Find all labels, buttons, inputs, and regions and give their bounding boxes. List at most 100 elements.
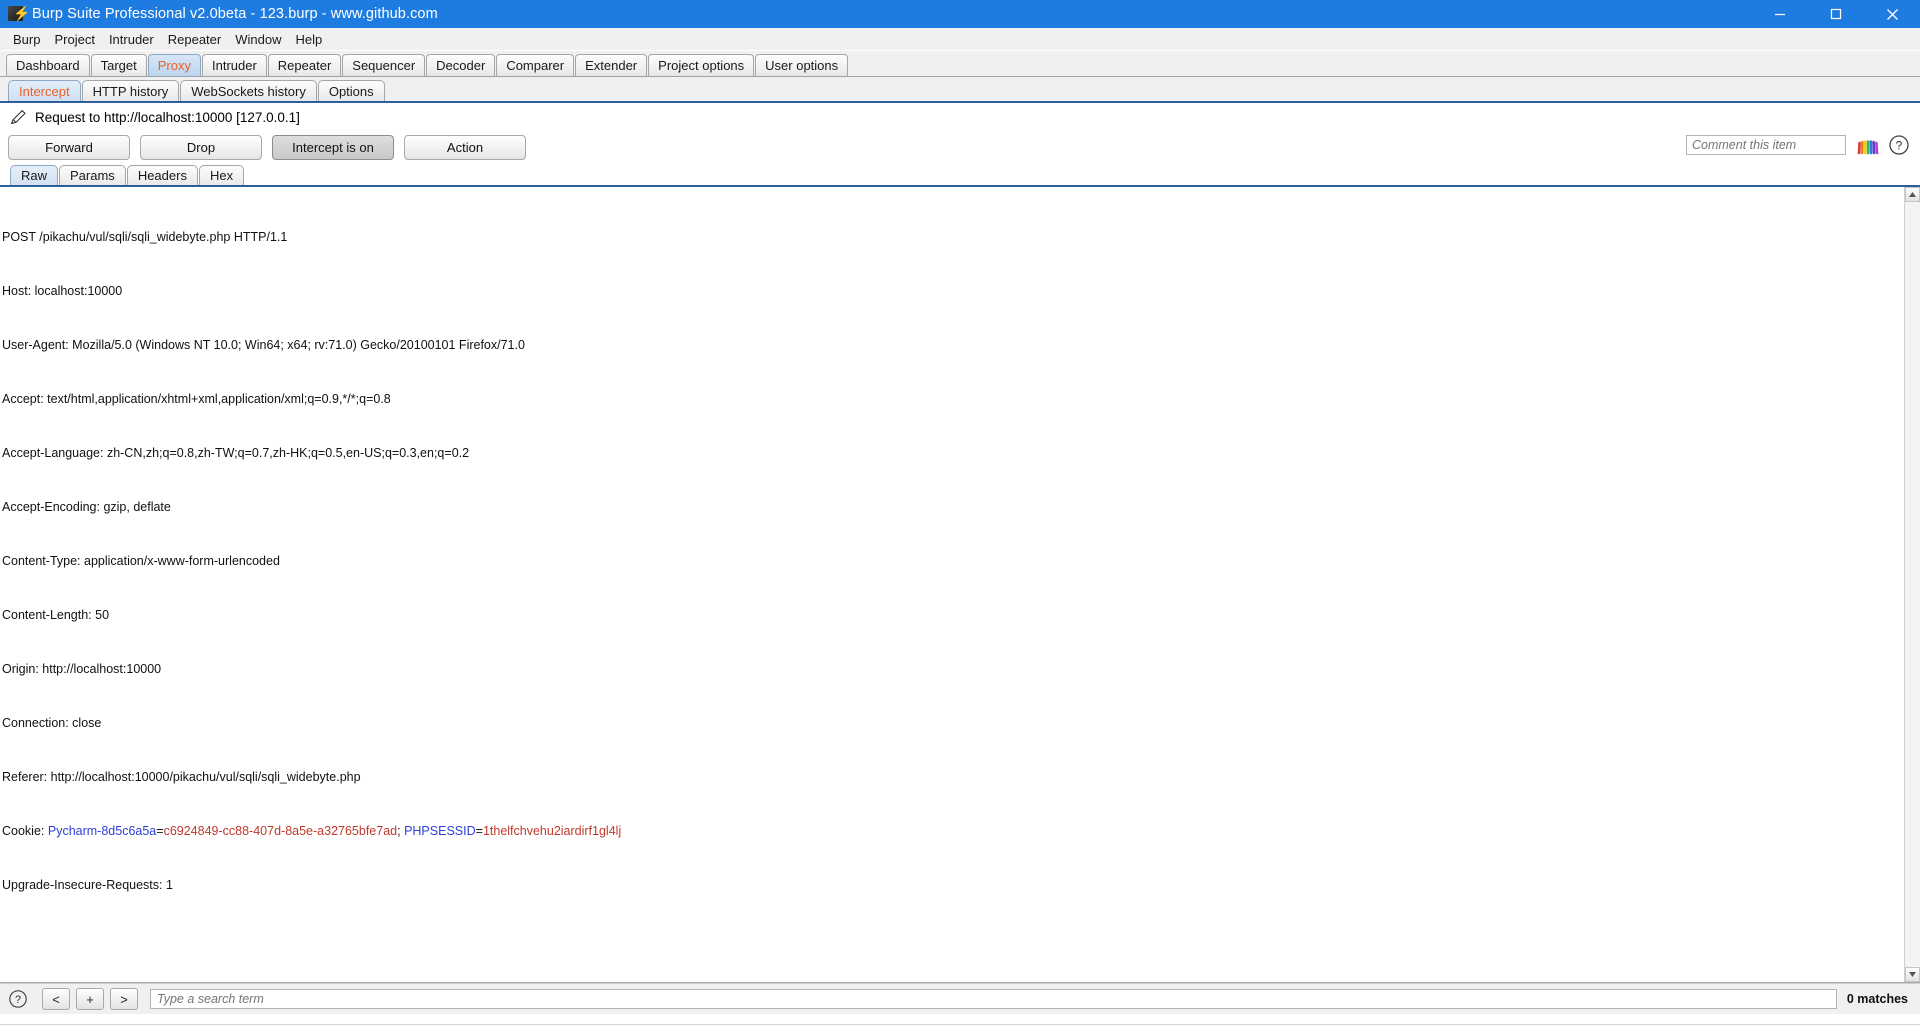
cookie-value-1: c6924849-cc88-407d-8a5e-a32765bfe7ad: [163, 824, 398, 838]
menu-item-window[interactable]: Window: [228, 30, 288, 49]
search-input[interactable]: [150, 989, 1837, 1009]
subtab-options[interactable]: Options: [317, 80, 385, 101]
raw-request-editor[interactable]: POST /pikachu/vul/sqli/sqli_widebyte.php…: [0, 187, 1920, 982]
action-button[interactable]: Action: [404, 134, 526, 160]
tab-dashboard[interactable]: Dashboard: [6, 54, 90, 76]
header-accept-language: Accept-Language: zh-CN,zh;q=0.8,zh-TW;q=…: [2, 446, 470, 460]
header-content-length: Content-Length: 50: [2, 608, 110, 622]
header-host: Host: localhost:10000: [2, 284, 123, 298]
tab-decoder[interactable]: Decoder: [426, 54, 496, 76]
tab-target[interactable]: Target: [90, 54, 147, 76]
tab-label: Repeater: [277, 58, 332, 73]
svg-text:?: ?: [1896, 139, 1903, 153]
burp-logo-icon: ⚡: [8, 5, 30, 23]
tab-label: Intruder: [211, 58, 257, 73]
minimize-button[interactable]: [1752, 0, 1808, 28]
main-tab-bar: Dashboard Target Proxy Intruder Repeater…: [0, 51, 1920, 77]
request-banner-text: Request to http://localhost:10000 [127.0…: [35, 109, 300, 125]
tab-extender[interactable]: Extender: [575, 54, 648, 76]
menubar: Burp Project Intruder Repeater Window He…: [0, 28, 1920, 51]
tab-label: User options: [765, 58, 839, 73]
search-match-count: 0 matches: [1846, 992, 1908, 1006]
subtab-websockets-history[interactable]: WebSockets history: [180, 80, 317, 101]
rainbow-highlighter-icon[interactable]: [1856, 134, 1880, 156]
window-title: Burp Suite Professional v2.0beta - 123.b…: [32, 6, 438, 22]
subtab-http-history[interactable]: HTTP history: [81, 80, 180, 101]
tab-project-options[interactable]: Project options: [648, 54, 755, 76]
viewtab-label: Hex: [209, 168, 234, 183]
cookie-name-2: PHPSESSID: [404, 824, 476, 838]
request-line: POST /pikachu/vul/sqli/sqli_widebyte.php…: [2, 230, 288, 244]
header-accept: Accept: text/html,application/xhtml+xml,…: [2, 392, 391, 406]
header-origin: Origin: http://localhost:10000: [2, 662, 162, 676]
tab-label: Decoder: [436, 58, 486, 73]
subtab-label: WebSockets history: [191, 83, 306, 99]
viewtab-label: Params: [70, 168, 115, 183]
cookie-name-1: Pycharm-8d5c6a5a: [47, 824, 157, 838]
cookie-prefix: Cookie:: [2, 824, 48, 838]
header-content-type: Content-Type: application/x-www-form-url…: [2, 554, 280, 568]
viewtab-headers[interactable]: Headers: [126, 165, 198, 185]
search-prev-button[interactable]: <: [42, 988, 70, 1010]
scroll-up-icon[interactable]: [1905, 187, 1920, 202]
window-bottom-strip: [0, 1024, 1920, 1031]
tab-sequencer[interactable]: Sequencer: [342, 54, 426, 76]
tab-label: Extender: [585, 58, 638, 73]
menu-item-intruder[interactable]: Intruder: [102, 30, 161, 49]
subtab-intercept[interactable]: Intercept: [8, 80, 81, 101]
header-referer: Referer: http://localhost:10000/pikachu/…: [2, 770, 361, 784]
tab-label: Comparer: [506, 58, 565, 73]
editor-vertical-scrollbar[interactable]: [1904, 187, 1920, 982]
close-button[interactable]: [1864, 0, 1920, 28]
message-view-tab-bar: Raw Params Headers Hex: [0, 163, 1920, 187]
viewtab-raw[interactable]: Raw: [10, 165, 59, 185]
header-upgrade-insecure-requests: Upgrade-Insecure-Requests: 1: [2, 878, 173, 892]
window-titlebar: ⚡ Burp Suite Professional v2.0beta - 123…: [0, 0, 1920, 28]
intercept-action-bar: Forward Drop Intercept is on Action ?: [0, 131, 1920, 163]
request-banner: Request to http://localhost:10000 [127.0…: [0, 103, 1920, 131]
cookie-eq-1: =: [156, 824, 164, 838]
tab-comparer[interactable]: Comparer: [496, 54, 575, 76]
menu-item-repeater[interactable]: Repeater: [161, 30, 228, 49]
request-editor-area: POST /pikachu/vul/sqli/sqli_widebyte.php…: [0, 187, 1920, 983]
cookie-eq-2: =: [475, 824, 483, 838]
header-connection: Connection: close: [2, 716, 102, 730]
tab-label: Proxy: [157, 58, 191, 73]
tab-label: Sequencer: [352, 58, 416, 73]
forward-button[interactable]: Forward: [8, 134, 130, 160]
menu-item-burp[interactable]: Burp: [6, 30, 47, 49]
viewtab-params[interactable]: Params: [59, 165, 126, 185]
header-accept-encoding: Accept-Encoding: gzip, deflate: [2, 500, 171, 514]
scroll-down-icon[interactable]: [1905, 967, 1920, 982]
search-add-button[interactable]: +: [76, 988, 104, 1010]
cookie-value-2: 1thelfchvehu2iardirf1gl4lj: [482, 824, 622, 838]
tab-label: Target: [100, 58, 137, 73]
header-cookie: Cookie: Pycharm-8d5c6a5a=c6924849-cc88-4…: [2, 822, 1920, 840]
intercept-toggle-button[interactable]: Intercept is on: [272, 134, 394, 160]
proxy-sub-tab-bar: Intercept HTTP history WebSockets histor…: [0, 77, 1920, 103]
editor-search-bar: ? < + > 0 matches: [0, 983, 1920, 1014]
tab-repeater[interactable]: Repeater: [267, 54, 342, 76]
search-next-button[interactable]: >: [110, 988, 138, 1010]
help-icon[interactable]: ?: [1888, 134, 1910, 156]
tab-intruder[interactable]: Intruder: [201, 54, 267, 76]
subtab-label: HTTP history: [92, 83, 169, 99]
viewtab-hex[interactable]: Hex: [198, 165, 245, 185]
tab-label: Project options: [658, 58, 745, 73]
comment-input[interactable]: [1686, 135, 1846, 155]
tab-user-options[interactable]: User options: [755, 54, 849, 76]
pencil-icon: [8, 107, 28, 127]
tab-proxy[interactable]: Proxy: [147, 54, 201, 76]
window-controls: [1752, 0, 1920, 28]
action-bar-right-tools: ?: [1686, 134, 1910, 156]
viewtab-label: Headers: [137, 168, 187, 183]
maximize-button[interactable]: [1808, 0, 1864, 28]
viewtab-label: Raw: [21, 168, 48, 183]
menu-item-project[interactable]: Project: [47, 30, 101, 49]
header-user-agent: User-Agent: Mozilla/5.0 (Windows NT 10.0…: [2, 338, 525, 352]
drop-button[interactable]: Drop: [140, 134, 262, 160]
tab-label: Dashboard: [16, 58, 80, 73]
help-icon[interactable]: ?: [8, 989, 28, 1009]
menu-item-help[interactable]: Help: [288, 30, 329, 49]
